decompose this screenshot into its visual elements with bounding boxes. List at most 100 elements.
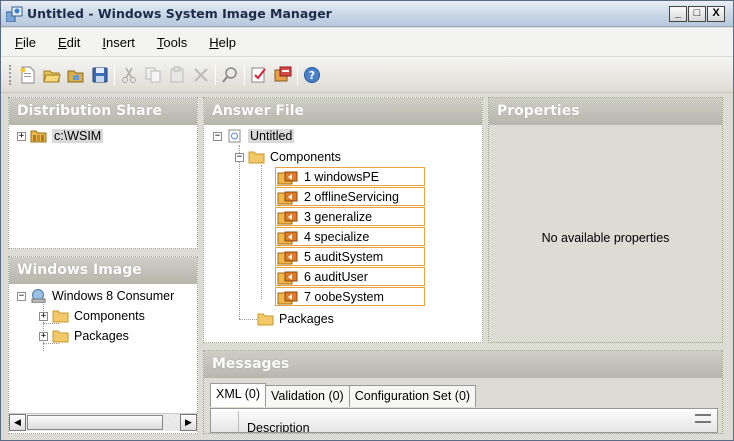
configuration-pass-icon bbox=[277, 171, 298, 184]
pass-generalize[interactable]: 3 generalize bbox=[275, 207, 425, 226]
menu-file[interactable]: File bbox=[15, 35, 36, 50]
messages-list: Description bbox=[210, 408, 718, 433]
window-title: Untitled - Windows System Image Manager bbox=[27, 6, 332, 21]
configuration-pass-icon bbox=[277, 231, 298, 244]
distribution-share-root[interactable]: + c:\WSIM bbox=[17, 127, 104, 145]
expand-toggle-icon[interactable]: + bbox=[39, 311, 48, 321]
collapse-toggle-icon[interactable]: − bbox=[235, 152, 244, 162]
answer-file-icon bbox=[228, 129, 241, 143]
distribution-share-panel: Distribution Share + c:\WSIM bbox=[8, 97, 198, 249]
app-window: Untitled - Windows System Image Manager … bbox=[0, 0, 734, 441]
answer-file-packages[interactable]: Packages bbox=[257, 310, 334, 328]
packages-label: Packages bbox=[74, 329, 129, 343]
pass-label: 3 generalize bbox=[304, 209, 373, 224]
scroll-right-icon[interactable]: ▶ bbox=[180, 414, 197, 431]
validate-icon[interactable] bbox=[249, 65, 269, 85]
scroll-left-icon[interactable]: ◀ bbox=[9, 414, 26, 431]
pass-label: 7 oobeSystem bbox=[304, 289, 384, 304]
menu-file-accel: F bbox=[15, 34, 23, 50]
tab-validation[interactable]: Validation (0) bbox=[265, 385, 350, 407]
column-resize-icon[interactable] bbox=[695, 414, 711, 423]
tab-xml[interactable]: XML (0) bbox=[210, 383, 266, 407]
pass-offlineservicing[interactable]: 2 offlineServicing bbox=[275, 187, 425, 206]
menu-bar: File Edit Insert Tools Help bbox=[1, 28, 733, 56]
messages-tabs: XML (0) Validation (0) Configuration Set… bbox=[210, 383, 477, 407]
windows-image-packages[interactable]: + Packages bbox=[39, 327, 129, 345]
toolbar-separator bbox=[244, 64, 245, 85]
configuration-pass-icon bbox=[277, 191, 298, 204]
collapse-toggle-icon[interactable]: − bbox=[213, 131, 222, 141]
scrollbar-track[interactable] bbox=[164, 414, 180, 431]
pass-label: 2 offlineServicing bbox=[304, 189, 399, 204]
answer-file-header: Answer File bbox=[204, 98, 482, 125]
pass-label: 4 specialize bbox=[304, 229, 370, 244]
tree-connector bbox=[239, 319, 257, 320]
open-answer-file-icon[interactable] bbox=[42, 65, 62, 85]
svg-text:?: ? bbox=[309, 69, 315, 82]
menu-edit-label: dit bbox=[66, 34, 81, 50]
minimize-button[interactable]: _ bbox=[669, 6, 687, 22]
pass-windowspe[interactable]: 1 windowsPE bbox=[275, 167, 425, 186]
new-answer-file-icon[interactable] bbox=[18, 65, 38, 85]
messages-panel: Messages XML (0) Validation (0) Configur… bbox=[203, 350, 723, 434]
menu-insert-label: nsert bbox=[106, 34, 135, 50]
help-icon[interactable]: ? bbox=[302, 65, 322, 85]
answer-file-components[interactable]: − Components bbox=[235, 148, 341, 166]
menu-insert[interactable]: Insert bbox=[102, 35, 135, 50]
pass-auditsystem[interactable]: 5 auditSystem bbox=[275, 247, 425, 266]
menu-tools[interactable]: Tools bbox=[157, 35, 187, 50]
menu-file-label: ile bbox=[22, 34, 36, 50]
tree-connector bbox=[239, 145, 240, 319]
menu-help[interactable]: Help bbox=[209, 35, 236, 50]
expand-toggle-icon[interactable]: + bbox=[17, 131, 26, 141]
pass-specialize[interactable]: 4 specialize bbox=[275, 227, 425, 246]
configuration-pass-icon bbox=[277, 251, 298, 264]
toolbar-separator bbox=[215, 64, 216, 85]
close-button[interactable]: X bbox=[707, 6, 725, 22]
app-icon bbox=[6, 6, 23, 22]
configuration-pass-icon bbox=[277, 291, 298, 304]
windows-image-components[interactable]: + Components bbox=[39, 307, 145, 325]
folder-icon bbox=[248, 151, 265, 164]
menu-help-accel: H bbox=[209, 34, 219, 50]
menu-edit-accel: E bbox=[57, 34, 67, 50]
maximize-button[interactable]: □ bbox=[688, 6, 706, 22]
windows-image-root[interactable]: − Windows 8 Consumer bbox=[17, 287, 174, 305]
scrollbar-thumb[interactable] bbox=[27, 415, 163, 430]
configuration-pass-icon bbox=[277, 271, 298, 284]
title-bar[interactable]: Untitled - Windows System Image Manager … bbox=[1, 1, 733, 27]
distribution-share-header: Distribution Share bbox=[9, 98, 197, 125]
pass-audituser[interactable]: 6 auditUser bbox=[275, 267, 425, 286]
save-icon[interactable] bbox=[90, 65, 110, 85]
folder-icon bbox=[257, 313, 274, 326]
expand-toggle-icon[interactable]: + bbox=[39, 331, 48, 341]
tab-configuration-set[interactable]: Configuration Set (0) bbox=[348, 385, 477, 407]
properties-empty-text: No available properties bbox=[541, 231, 670, 245]
copy-icon[interactable] bbox=[143, 65, 163, 85]
create-configuration-set-icon[interactable] bbox=[273, 65, 293, 85]
toolbar-separator bbox=[114, 64, 115, 85]
find-icon[interactable] bbox=[220, 65, 240, 85]
delete-icon[interactable] bbox=[191, 65, 211, 85]
open-distribution-share-icon[interactable] bbox=[66, 65, 86, 85]
toolbar-separator bbox=[297, 64, 298, 85]
configuration-pass-icon bbox=[277, 211, 298, 224]
toolbar-grip[interactable] bbox=[9, 64, 12, 85]
collapse-toggle-icon[interactable]: − bbox=[17, 291, 26, 301]
answer-packages-label: Packages bbox=[279, 312, 334, 326]
pass-label: 1 windowsPE bbox=[304, 169, 380, 184]
menu-edit[interactable]: Edit bbox=[58, 35, 80, 50]
tree-connector bbox=[261, 165, 262, 299]
pass-oobesystem[interactable]: 7 oobeSystem bbox=[275, 287, 425, 306]
paste-icon[interactable] bbox=[167, 65, 187, 85]
answer-file-root[interactable]: − Untitled bbox=[213, 127, 295, 145]
cut-icon[interactable] bbox=[119, 65, 139, 85]
answer-components-label: Components bbox=[270, 150, 341, 164]
windows-image-panel: Windows Image − Windows 8 Consumer + Com… bbox=[8, 256, 198, 434]
distribution-share-path: c:\WSIM bbox=[52, 129, 104, 143]
horizontal-scrollbar[interactable]: ◀ ▶ bbox=[9, 413, 197, 431]
menu-help-label: elp bbox=[218, 34, 237, 50]
components-label: Components bbox=[74, 309, 145, 323]
messages-column-header: Description bbox=[211, 411, 717, 432]
description-column-header[interactable]: Description bbox=[239, 411, 310, 432]
